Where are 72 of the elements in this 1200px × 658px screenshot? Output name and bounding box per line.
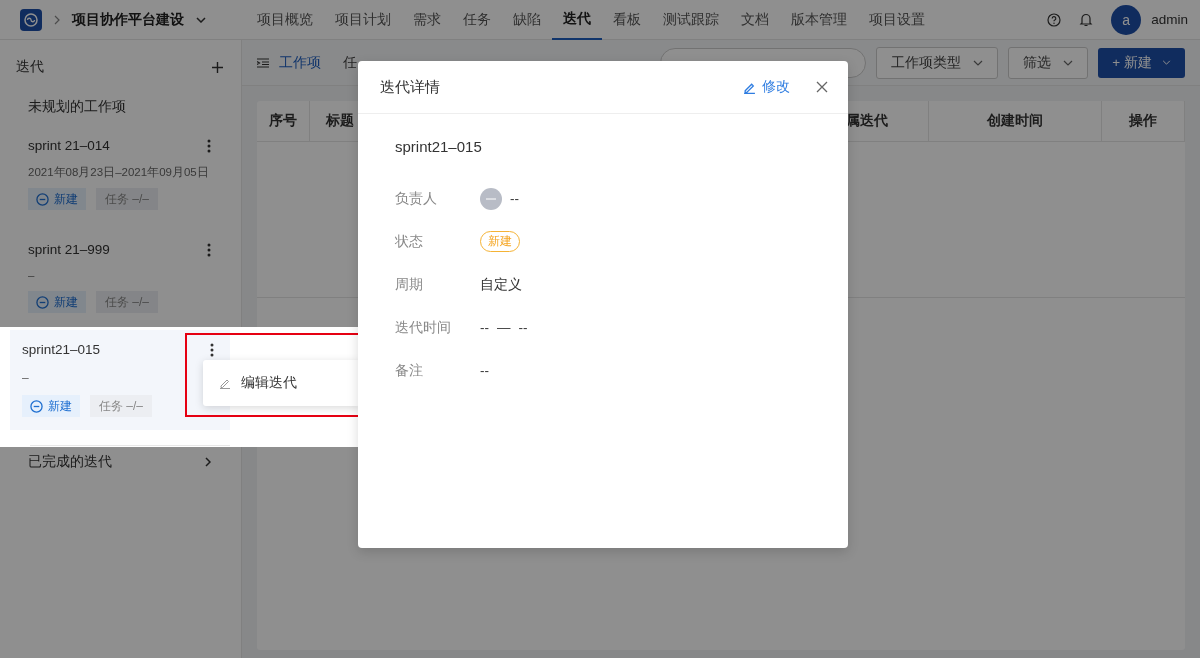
list-icon <box>257 57 269 68</box>
nav-tab[interactable]: 版本管理 <box>780 0 858 40</box>
sprint-name[interactable]: sprint 21–999 <box>28 242 110 257</box>
pencil-icon <box>219 377 231 389</box>
filter-dropdown[interactable]: 筛选 <box>1008 46 1089 79</box>
nav-tab[interactable]: 需求 <box>402 0 452 40</box>
task-count-tag: 任务 –/– <box>96 188 158 210</box>
dialog-title: 迭代详情 <box>380 77 440 97</box>
pencil-icon <box>743 80 756 94</box>
view-tab[interactable]: 任 <box>343 53 357 72</box>
avatar-placeholder-icon <box>480 187 502 210</box>
status-tag: 新建 <box>28 291 86 313</box>
app-logo-icon[interactable] <box>20 8 42 31</box>
field-label: 备注 <box>395 361 424 380</box>
sprint-date: – <box>22 371 30 385</box>
nav-tab[interactable]: 测试跟踪 <box>652 0 730 40</box>
new-button[interactable]: + 新建 <box>1098 47 1185 78</box>
field-value: 自定义 <box>480 275 522 294</box>
chevron-down-icon <box>973 59 984 66</box>
help-icon[interactable] <box>1047 12 1062 27</box>
status-tag: 新建 <box>28 188 86 210</box>
more-icon[interactable] <box>210 342 214 357</box>
start-date: -- <box>480 320 489 335</box>
view-tab[interactable]: 工作项 <box>257 53 321 72</box>
minus-circle-icon <box>36 192 49 206</box>
completed-iterations-link[interactable]: 已完成的迭代 <box>28 453 112 471</box>
sprint-name[interactable]: sprint 21–014 <box>28 138 110 153</box>
user-name[interactable]: admin <box>1151 12 1188 27</box>
nav-tab[interactable]: 文档 <box>730 0 780 40</box>
minus-circle-icon <box>30 399 43 413</box>
add-icon[interactable] <box>212 61 223 73</box>
task-count-tag: 任务 –/– <box>96 291 158 313</box>
nav-tab[interactable]: 任务 <box>452 0 502 40</box>
user-avatar[interactable]: a <box>1111 4 1142 35</box>
nav-tab[interactable]: 看板 <box>602 0 652 40</box>
field-label: 状态 <box>395 232 424 251</box>
chevron-right-icon <box>54 14 60 25</box>
panel-title: 迭代 <box>16 58 44 76</box>
task-count-tag: 任务 –/– <box>90 395 152 417</box>
filter-dropdown[interactable]: 工作项类型 <box>876 46 999 79</box>
chevron-down-icon <box>1063 59 1074 66</box>
sprint-title: sprint21–015 <box>395 138 483 155</box>
bell-icon[interactable] <box>1079 12 1094 27</box>
end-date: -- <box>518 320 528 335</box>
more-icon[interactable] <box>207 138 211 153</box>
field-value: -- <box>510 191 519 206</box>
column-header: 序号 <box>257 101 310 141</box>
field-value: -- <box>480 363 489 378</box>
sprint-date: 2021年08月23日–2021年09月05日 <box>28 165 210 180</box>
nav-tab[interactable]: 项目概览 <box>246 0 324 40</box>
sprint-name[interactable]: sprint21–015 <box>22 342 101 357</box>
chevron-right-icon[interactable] <box>205 457 211 467</box>
nav-tab[interactable]: 缺陷 <box>502 0 552 40</box>
sprint-date: – <box>28 269 36 283</box>
nav-tab[interactable]: 项目设置 <box>858 0 936 40</box>
unplanned-items-link[interactable]: 未规划的工作项 <box>0 76 241 116</box>
column-header: 创建时间 <box>929 101 1102 141</box>
range-separator: — <box>497 320 511 335</box>
project-name[interactable]: 项目协作平台建设 <box>72 10 184 29</box>
field-label: 周期 <box>395 275 424 294</box>
status-tag: 新建 <box>22 395 80 417</box>
field-label: 迭代时间 <box>395 318 452 337</box>
field-label: 负责人 <box>395 189 438 208</box>
more-icon[interactable] <box>207 242 211 257</box>
chevron-down-icon[interactable] <box>196 16 206 23</box>
nav-tab[interactable]: 项目计划 <box>324 0 402 40</box>
edit-link[interactable]: 修改 <box>743 78 790 96</box>
minus-circle-icon <box>36 295 49 309</box>
selected-sprint-card[interactable]: sprint21–015 – 新建 任务 –/– <box>10 330 230 430</box>
column-header: 操作 <box>1102 101 1185 141</box>
chevron-down-icon <box>1162 60 1171 65</box>
close-icon[interactable] <box>816 81 828 93</box>
